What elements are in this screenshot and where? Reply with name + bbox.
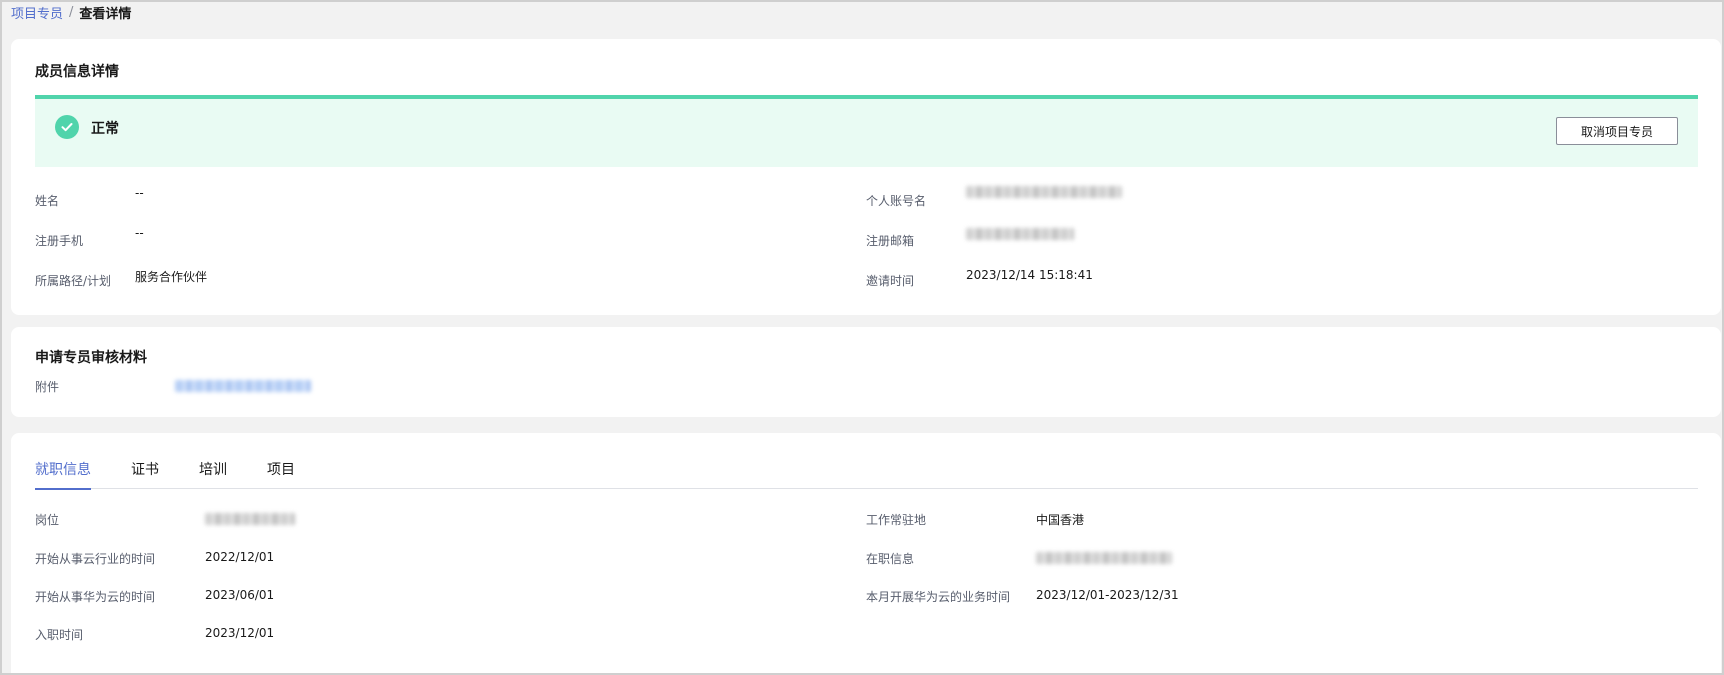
- huawei-cloud-value: 2023/06/01: [205, 588, 275, 602]
- email-label: 注册邮箱: [866, 234, 915, 248]
- name-label: 姓名: [35, 194, 60, 208]
- member-info-title: 成员信息详情: [35, 64, 119, 80]
- path-value: 服务合作伙伴: [135, 270, 208, 284]
- tab-certificates[interactable]: 证书: [131, 459, 159, 489]
- join-date-field: 入职时间 2023/12/01: [35, 626, 274, 643]
- tab-employment-info[interactable]: 就职信息: [35, 459, 91, 490]
- invite-value: 2023/12/14 15:18:41: [966, 268, 1093, 282]
- account-value-redacted: [966, 186, 1122, 203]
- attachment-link-redacted[interactable]: [175, 380, 311, 397]
- materials-card: 申请专员审核材料 附件: [11, 327, 1721, 417]
- cloud-industry-value: 2022/12/01: [205, 550, 275, 564]
- phone-value: --: [135, 226, 144, 240]
- employment-value-redacted: [1036, 552, 1172, 569]
- location-field: 工作常驻地 中国香港: [866, 511, 1084, 528]
- monthly-business-label: 本月开展华为云的业务时间: [866, 590, 1011, 604]
- breadcrumb-separator: /: [69, 4, 74, 20]
- member-info-card: 成员信息详情 正常 取消项目专员 姓名 -- 注册手机 -- 所属路径/计划 服…: [11, 39, 1721, 315]
- email-value-redacted: [966, 228, 1074, 245]
- huawei-cloud-field: 开始从事华为云的时间 2023/06/01: [35, 588, 274, 605]
- position-value-redacted: [205, 513, 295, 530]
- join-date-label: 入职时间: [35, 628, 84, 642]
- attachment-field: 附件: [35, 378, 311, 395]
- detail-tabs: 就职信息 证书 培训 项目: [35, 459, 1698, 490]
- location-label: 工作常驻地: [866, 513, 927, 527]
- status-text: 正常: [91, 121, 119, 137]
- account-field: 个人账号名: [866, 186, 1122, 209]
- invite-label: 邀请时间: [866, 274, 915, 288]
- path-field: 所属路径/计划 服务合作伙伴: [35, 270, 207, 289]
- email-field: 注册邮箱: [866, 228, 1074, 249]
- position-field: 岗位: [35, 511, 295, 528]
- employment-label: 在职信息: [866, 552, 915, 566]
- name-field: 姓名 --: [35, 186, 144, 209]
- huawei-cloud-label: 开始从事华为云的时间: [35, 590, 156, 604]
- tab-projects[interactable]: 项目: [267, 459, 295, 489]
- attachment-label: 附件: [35, 380, 60, 394]
- cancel-specialist-button[interactable]: 取消项目专员: [1556, 117, 1678, 145]
- phone-field: 注册手机 --: [35, 226, 144, 249]
- path-label: 所属路径/计划: [35, 274, 112, 288]
- position-label: 岗位: [35, 513, 60, 527]
- employment-field: 在职信息: [866, 550, 1172, 567]
- location-value: 中国香港: [1036, 513, 1085, 527]
- name-value: --: [135, 186, 144, 200]
- breadcrumb-current: 查看详情: [79, 6, 132, 22]
- phone-label: 注册手机: [35, 234, 84, 248]
- employment-card: 就职信息 证书 培训 项目 岗位 开始从事云行业的时间 2022/12/01 开…: [11, 433, 1721, 673]
- status-banner: 正常 取消项目专员: [35, 95, 1698, 167]
- monthly-business-field: 本月开展华为云的业务时间 2023/12/01-2023/12/31: [866, 588, 1179, 605]
- invite-field: 邀请时间 2023/12/14 15:18:41: [866, 268, 1093, 289]
- tab-training[interactable]: 培训: [199, 459, 227, 489]
- breadcrumb-link-project-specialist[interactable]: 项目专员: [11, 3, 63, 22]
- join-date-value: 2023/12/01: [205, 626, 275, 640]
- cloud-industry-label: 开始从事云行业的时间: [35, 552, 156, 566]
- monthly-business-value: 2023/12/01-2023/12/31: [1036, 588, 1179, 602]
- account-label: 个人账号名: [866, 194, 927, 208]
- breadcrumb: 项目专员 / 查看详情: [11, 3, 132, 22]
- cloud-industry-field: 开始从事云行业的时间 2022/12/01: [35, 550, 274, 567]
- materials-title: 申请专员审核材料: [35, 350, 147, 366]
- check-circle-icon: [55, 115, 79, 139]
